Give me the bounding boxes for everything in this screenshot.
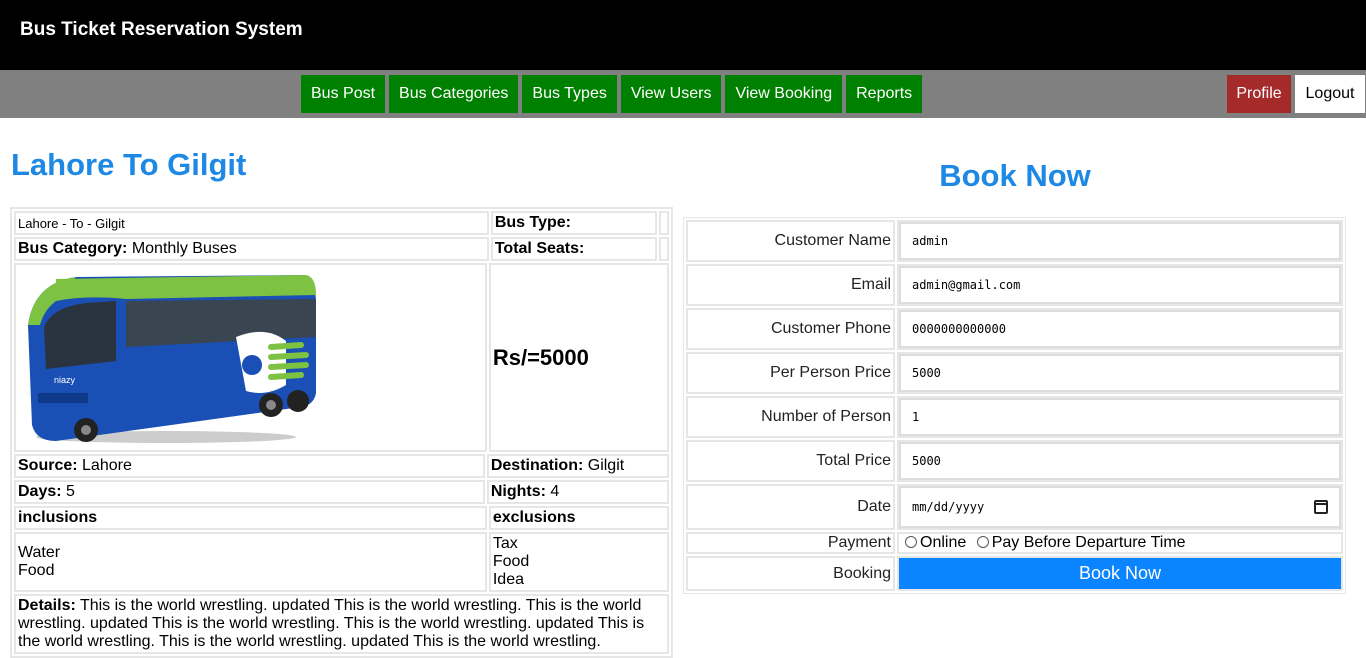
customer-name-label: Customer Name <box>686 220 895 262</box>
route-title: Lahore To Gilgit <box>11 147 247 182</box>
days-cell: Days: 5 <box>14 480 485 504</box>
exclusions-header: exclusions <box>488 506 669 530</box>
inclusion-item: Food <box>18 562 55 579</box>
date-input[interactable]: mm/dd/yyyy <box>899 486 1341 528</box>
bus-type-value <box>659 211 669 235</box>
nights-cell: Nights: 4 <box>486 480 669 504</box>
source-value: Lahore <box>82 457 132 474</box>
bus-logo-text: niazy <box>54 375 76 385</box>
category-label: Bus Category: <box>18 240 128 257</box>
payment-label: Payment <box>686 532 895 554</box>
book-now-title: Book Now <box>939 158 1091 193</box>
nav-reports[interactable]: Reports <box>846 75 923 113</box>
customer-phone-input[interactable]: 0000000000000 <box>899 310 1341 348</box>
exclusions-list: Tax Food Idea <box>488 532 669 592</box>
days-value: 5 <box>66 483 75 500</box>
source-label: Source: <box>18 457 78 474</box>
customer-phone-label: Customer Phone <box>686 308 895 350</box>
destination-value: Gilgit <box>587 457 625 474</box>
seats-value <box>659 237 669 261</box>
category-value: Monthly Buses <box>131 240 237 257</box>
inclusions-label: inclusions <box>18 509 98 526</box>
logout-button[interactable]: Logout <box>1295 75 1365 113</box>
inclusions-header: inclusions <box>14 506 487 530</box>
inclusions-list: Water Food <box>14 532 487 592</box>
top-header: Bus Ticket Reservation System <box>0 0 1366 70</box>
destination-label: Destination: <box>490 457 584 474</box>
nights-value: 4 <box>550 483 560 500</box>
number-of-person-label: Number of Person <box>686 396 895 438</box>
inclusion-item: Water <box>18 544 61 561</box>
app-title: Bus Ticket Reservation System <box>20 19 303 40</box>
number-of-person-value: 1 <box>912 410 920 424</box>
exclusions-label: exclusions <box>492 509 576 526</box>
exclusion-item: Food <box>492 553 530 570</box>
exclusion-item: Tax <box>492 535 518 552</box>
customer-name-value: admin <box>912 234 949 248</box>
nav-bus-post[interactable]: Bus Post <box>301 75 386 113</box>
email-input[interactable]: admin@gmail.com <box>899 266 1341 304</box>
nav-bus-categories[interactable]: Bus Categories <box>389 75 519 113</box>
booking-label: Booking <box>686 556 895 591</box>
total-price-label: Total Price <box>686 440 895 482</box>
radio-online[interactable] <box>905 536 917 548</box>
nav-bus-types[interactable]: Bus Types <box>522 75 617 113</box>
bus-image: niazy <box>28 275 316 443</box>
exclusion-item: Idea <box>492 571 524 588</box>
bus-image-cell: niazy <box>14 263 487 452</box>
route-subtitle: Lahore - To - Gilgit <box>14 211 489 235</box>
customer-name-input[interactable]: admin <box>899 222 1341 260</box>
days-label: Days: <box>18 483 62 500</box>
payment-before-departure-label: Pay Before Departure Time <box>991 534 1186 551</box>
total-price-input[interactable]: 5000 <box>899 442 1341 480</box>
payment-options: Online Pay Before Departure Time <box>897 532 1343 554</box>
book-now-button[interactable]: Book Now <box>899 558 1341 589</box>
seats-cell: Total Seats: <box>490 237 657 261</box>
date-placeholder: mm/dd/yyyy <box>912 500 985 514</box>
radio-pay-before-departure[interactable] <box>976 536 989 548</box>
per-person-price-label: Per Person Price <box>686 352 895 394</box>
calendar-icon[interactable] <box>1314 500 1328 514</box>
details-text: This is the world wrestling. updated Thi… <box>18 597 645 650</box>
nav-bar: Bus Post Bus Categories Bus Types View U… <box>0 70 1366 118</box>
total-price-value: 5000 <box>912 454 941 468</box>
bus-type-cell: Bus Type: <box>490 211 657 235</box>
booking-form: Customer Name admin Email admin@gmail.co… <box>683 217 1346 594</box>
customer-phone-value: 0000000000000 <box>912 322 1006 336</box>
seats-label: Total Seats: <box>494 240 585 257</box>
price: Rs/=5000 <box>488 263 669 452</box>
details-label: Details: <box>18 597 76 614</box>
profile-button[interactable]: Profile <box>1227 75 1291 113</box>
details-cell: Details: This is the world wrestling. up… <box>14 594 669 654</box>
bus-type-label: Bus Type: <box>494 214 571 231</box>
route-info-table: Lahore - To - Gilgit Bus Type: Bus Categ… <box>10 207 673 658</box>
date-label: Date <box>686 484 895 530</box>
category-cell: Bus Category: Monthly Buses <box>14 237 489 261</box>
per-person-price-input[interactable]: 5000 <box>899 354 1341 392</box>
email-value: admin@gmail.com <box>912 278 1021 292</box>
nights-label: Nights: <box>490 483 546 500</box>
nav-view-booking[interactable]: View Booking <box>725 75 843 113</box>
per-person-price-value: 5000 <box>912 366 941 380</box>
destination-cell: Destination: Gilgit <box>486 454 669 478</box>
number-of-person-input[interactable]: 1 <box>899 398 1341 436</box>
email-label: Email <box>686 264 895 306</box>
payment-online-label: Online <box>920 534 967 551</box>
nav-menu: Bus Post Bus Categories Bus Types View U… <box>301 75 923 113</box>
nav-view-users[interactable]: View Users <box>620 75 722 113</box>
source-cell: Source: Lahore <box>14 454 485 478</box>
